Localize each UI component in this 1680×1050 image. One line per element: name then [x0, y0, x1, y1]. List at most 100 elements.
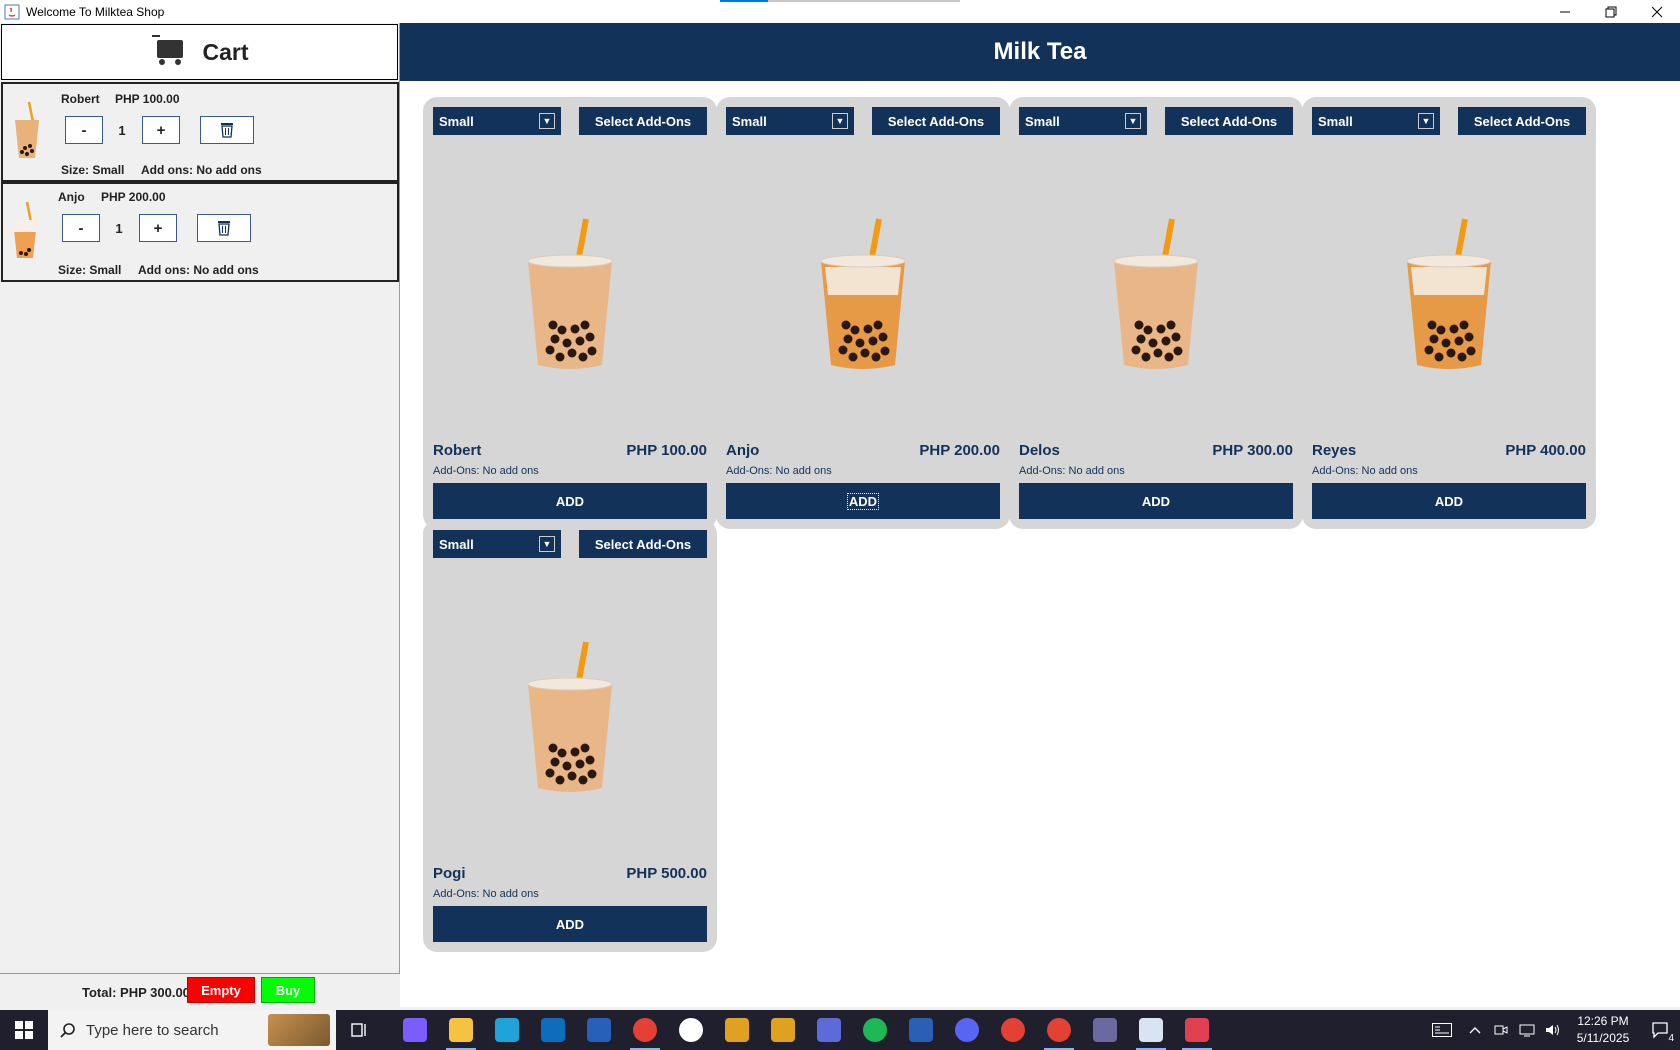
empty-cart-button[interactable]: Empty: [187, 977, 255, 1003]
chevron-down-icon: ▼: [1125, 113, 1141, 129]
trash-icon: [221, 123, 233, 138]
search-highlight-image: [268, 1014, 330, 1046]
add-button-label: ADD: [555, 916, 585, 932]
select-addons-button[interactable]: Select Add-Ons: [1165, 107, 1293, 135]
taskbar-app-snipping-tool[interactable]: [1174, 1010, 1220, 1050]
taskbar-app-edge[interactable]: [484, 1010, 530, 1050]
product-name: Pogi: [433, 865, 466, 882]
product-addons: Add-Ons: No add ons: [433, 888, 539, 900]
taskbar-app-java[interactable]: [1128, 1010, 1174, 1050]
badge-icon: [771, 1018, 795, 1042]
increase-qty-button[interactable]: +: [139, 214, 177, 242]
product-price: PHP 100.00: [626, 442, 707, 459]
add-button-label: ADD: [555, 493, 585, 509]
add-to-cart-button[interactable]: ADD: [1312, 483, 1586, 519]
product-price: PHP 200.00: [919, 442, 1000, 459]
add-to-cart-button[interactable]: ADD: [433, 483, 707, 519]
product-addons: Add-Ons: No add ons: [1312, 465, 1418, 477]
network-icon[interactable]: [1514, 1010, 1540, 1050]
taskbar-app-dev-home[interactable]: [576, 1010, 622, 1050]
cart-item: Robert PHP 100.00 - 1 + Size: Small Add …: [1, 82, 399, 182]
powershell-icon: [909, 1018, 933, 1042]
milktea-image: [1106, 215, 1206, 373]
taskbar-apps: [392, 1010, 1220, 1050]
product-addons: Add-Ons: No add ons: [726, 465, 832, 477]
product-card: Small ▼ Select Add-Ons Delos PHP 300.00 Add-O…: [1009, 97, 1303, 529]
milktea-image: [813, 215, 913, 373]
taskbar-app-spotify[interactable]: [852, 1010, 898, 1050]
taskbar-app-copilot[interactable]: [392, 1010, 438, 1050]
taskbar-app-file-explorer[interactable]: [438, 1010, 484, 1050]
chevron-down-icon: ▼: [539, 536, 555, 552]
notifications-button[interactable]: 4: [1640, 1010, 1680, 1050]
taskbar-app-discord[interactable]: [944, 1010, 990, 1050]
start-button[interactable]: [0, 1010, 48, 1050]
taskbar-app-powershell[interactable]: [898, 1010, 944, 1050]
taskbar-search[interactable]: Type here to search: [48, 1010, 336, 1050]
select-addons-button[interactable]: Select Add-Ons: [579, 530, 707, 558]
taskbar-app-outlook[interactable]: [530, 1010, 576, 1050]
remove-item-button[interactable]: [197, 214, 251, 242]
taskbar-app-chrome[interactable]: [990, 1010, 1036, 1050]
taskbar-app-chrome[interactable]: [1036, 1010, 1082, 1050]
product-card: Small ▼ Select Add-Ons Robert PHP 100.00 Add-…: [423, 97, 717, 529]
restore-button[interactable]: [1588, 0, 1634, 23]
taskbar-app-badge[interactable]: [714, 1010, 760, 1050]
product-card: Small ▼ Select Add-Ons Pogi PHP 500.00 Add-On…: [423, 520, 717, 952]
dev-home-icon: [587, 1018, 611, 1042]
size-dropdown[interactable]: Small ▼: [726, 107, 854, 135]
taskbar-app-github[interactable]: [668, 1010, 714, 1050]
taskbar-app-stack[interactable]: [1082, 1010, 1128, 1050]
taskbar-app-m365[interactable]: [806, 1010, 852, 1050]
add-to-cart-button[interactable]: ADD: [726, 483, 1000, 519]
taskbar-app-badge[interactable]: [760, 1010, 806, 1050]
chevron-up-icon[interactable]: [1462, 1010, 1488, 1050]
chevron-down-icon: ▼: [832, 113, 848, 129]
file-explorer-icon: [449, 1018, 473, 1042]
select-addons-button[interactable]: Select Add-Ons: [1458, 107, 1586, 135]
decrease-qty-button[interactable]: -: [65, 116, 103, 144]
product-name: Robert: [433, 442, 482, 459]
add-to-cart-button[interactable]: ADD: [433, 906, 707, 942]
product-card: Small ▼ Select Add-Ons Reyes PHP 400.00 Add-O…: [1302, 97, 1596, 529]
chrome-icon: [1001, 1018, 1025, 1042]
increase-qty-button[interactable]: +: [142, 116, 180, 144]
buy-button[interactable]: Buy: [261, 977, 315, 1003]
cart-header: Cart: [1, 24, 398, 80]
milktea-image: [1399, 215, 1499, 373]
size-dropdown[interactable]: Small ▼: [1312, 107, 1440, 135]
chrome-icon: [633, 1018, 657, 1042]
cart-item-price: PHP 100.00: [115, 92, 180, 106]
select-addons-button[interactable]: Select Add-Ons: [872, 107, 1000, 135]
java-icon: [1139, 1018, 1163, 1042]
add-button-label: ADD: [1434, 493, 1464, 509]
edge-icon: [495, 1018, 519, 1042]
m365-icon: [817, 1018, 841, 1042]
cart-item-qty: 1: [115, 221, 123, 236]
add-to-cart-button[interactable]: ADD: [1019, 483, 1293, 519]
task-view-button[interactable]: [336, 1010, 382, 1050]
decrease-qty-button[interactable]: -: [62, 214, 100, 242]
cart-item-qty: 1: [118, 123, 126, 138]
size-dropdown[interactable]: Small ▼: [433, 107, 561, 135]
meet-now-icon[interactable]: [1488, 1010, 1514, 1050]
select-addons-button[interactable]: Select Add-Ons: [579, 107, 707, 135]
main-header: Milk Tea: [400, 23, 1680, 81]
cart-total: Total: PHP 300.00: [82, 985, 190, 1000]
size-dropdown[interactable]: Small ▼: [433, 530, 561, 558]
cart-item-size: Size: Small: [61, 163, 125, 177]
size-dropdown[interactable]: Small ▼: [1019, 107, 1147, 135]
minimize-button[interactable]: [1542, 0, 1588, 23]
volume-icon[interactable]: [1540, 1010, 1566, 1050]
cart-item-size: Size: Small: [58, 263, 122, 277]
size-value: Small: [732, 113, 767, 129]
keyboard-layout-icon[interactable]: [1422, 1010, 1462, 1050]
taskbar-app-chrome[interactable]: [622, 1010, 668, 1050]
close-button[interactable]: [1634, 0, 1680, 23]
search-placeholder: Type here to search: [86, 1021, 219, 1039]
spotify-icon: [863, 1018, 887, 1042]
notification-icon: [1652, 1022, 1668, 1039]
window-title: Welcome To Milktea Shop: [26, 4, 165, 19]
remove-item-button[interactable]: [200, 116, 254, 144]
taskbar-clock[interactable]: 12:26 PM 5/11/2025: [1566, 1013, 1640, 1047]
